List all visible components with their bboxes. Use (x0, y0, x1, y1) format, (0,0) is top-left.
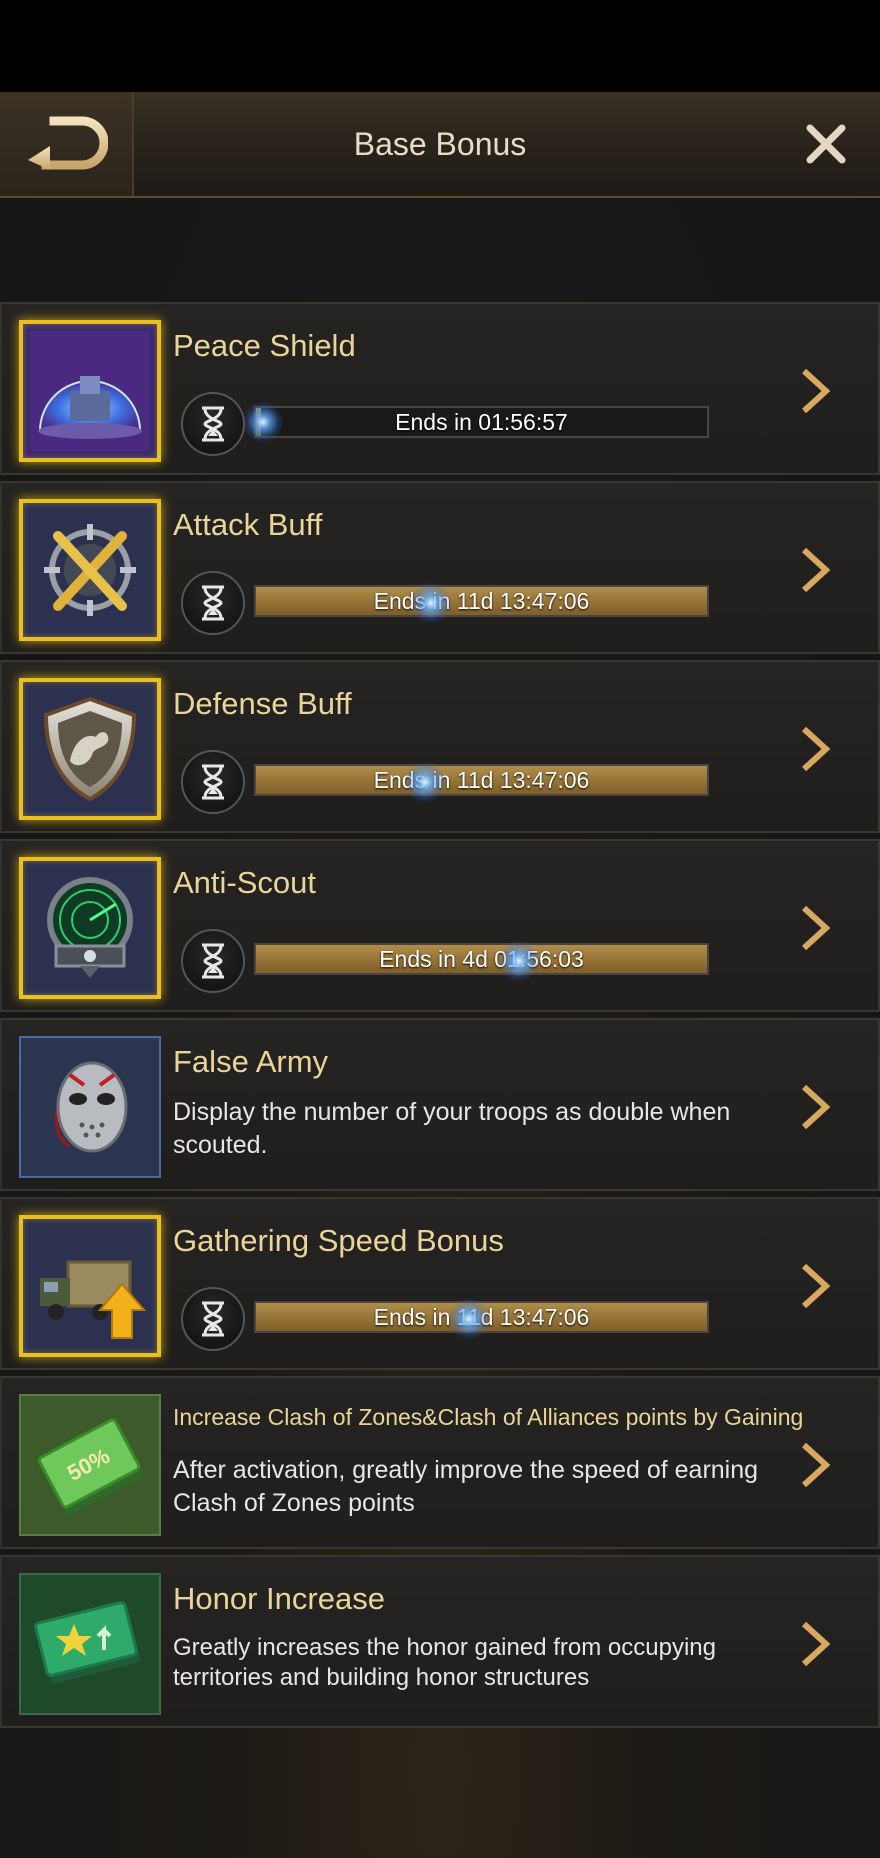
bonus-title: Peace Shield (173, 328, 356, 363)
peace-shield-icon (19, 320, 161, 462)
bonus-row-false-army[interactable]: False Army Display the number of your tr… (0, 1018, 880, 1191)
page-title: Base Bonus (353, 125, 527, 162)
bonus-title: Increase Clash of Zones&Clash of Allianc… (173, 1404, 804, 1430)
bonus-title: Gathering Speed Bonus (173, 1223, 504, 1258)
timer: Ends in 01:56:57 (181, 392, 711, 456)
timer: Ends in 11d 13:47:06 (181, 750, 711, 814)
chevron-right-icon (801, 1621, 830, 1667)
attack-buff-icon (19, 499, 161, 641)
details-arrow-button[interactable] (790, 722, 840, 776)
bonus-description: After activation, greatly improve the sp… (173, 1456, 759, 1517)
chevron-right-icon (801, 1442, 830, 1488)
bonus-title: Defense Buff (173, 686, 352, 721)
timer-text: Ends in 11d 13:47:06 (373, 587, 590, 614)
bonus-description: Greatly increases the honor gained from … (173, 1634, 716, 1691)
progress-bar: Ends in 11d 13:47:06 (254, 764, 709, 796)
anti-scout-icon (19, 857, 161, 999)
hourglass-icon (202, 406, 224, 442)
chevron-right-icon (801, 1263, 830, 1309)
back-arrow-icon (28, 116, 108, 170)
chevron-right-icon (801, 1084, 830, 1130)
bonus-row-attack-buff[interactable]: Attack Buff Ends in 11d 13:47:06 (0, 481, 880, 654)
chevron-right-icon (801, 547, 830, 593)
bonus-description: Display the number of your troops as dou… (173, 1098, 731, 1159)
details-arrow-button[interactable] (790, 1080, 840, 1134)
hourglass-icon (202, 764, 224, 800)
timer-text: Ends in 4d 01:56:03 (379, 945, 584, 972)
bonus-row-anti-scout[interactable]: Anti-Scout Ends in 4d 01:56:03 (0, 839, 880, 1012)
false-army-mask-icon (19, 1036, 161, 1178)
chevron-right-icon (801, 368, 830, 414)
close-button[interactable] (796, 114, 856, 174)
hourglass-icon (202, 585, 224, 621)
details-arrow-button[interactable] (790, 1617, 840, 1671)
speedup-button[interactable] (181, 1287, 245, 1351)
bonus-row-gathering-speed[interactable]: Gathering Speed Bonus Ends in 11d 13:47:… (0, 1197, 880, 1370)
clash-points-ticket-icon: 50% (19, 1394, 161, 1536)
bonus-title: Honor Increase (173, 1581, 385, 1616)
details-arrow-button[interactable] (790, 364, 840, 418)
progress-bar: Ends in 11d 13:47:06 (254, 1301, 709, 1333)
progress-bar: Ends in 11d 13:47:06 (254, 585, 709, 617)
speedup-button[interactable] (181, 392, 245, 456)
timer: Ends in 4d 01:56:03 (181, 929, 711, 993)
bonus-title: Anti-Scout (173, 865, 317, 900)
close-icon (806, 124, 846, 164)
details-arrow-button[interactable] (790, 901, 840, 955)
timer: Ends in 11d 13:47:06 (181, 1287, 711, 1351)
status-bar (0, 0, 880, 92)
bonus-title: False Army (173, 1044, 329, 1079)
details-arrow-button[interactable] (790, 543, 840, 597)
hourglass-icon (202, 1301, 224, 1337)
chevron-right-icon (801, 726, 830, 772)
timer: Ends in 11d 13:47:06 (181, 571, 711, 635)
timer-text: Ends in 01:56:57 (395, 408, 568, 435)
bonus-title: Attack Buff (173, 507, 323, 542)
details-arrow-button[interactable] (790, 1438, 840, 1492)
back-button[interactable] (0, 92, 134, 196)
bonus-row-honor-increase[interactable]: Honor Increase Greatly increases the hon… (0, 1555, 880, 1728)
bonus-row-defense-buff[interactable]: Defense Buff Ends in 11d 13:47:06 (0, 660, 880, 833)
honor-ticket-icon (19, 1573, 161, 1715)
gathering-truck-icon (19, 1215, 161, 1357)
hourglass-icon (202, 943, 224, 979)
timer-text: Ends in 11d 13:47:06 (373, 766, 590, 793)
progress-bar: Ends in 01:56:57 (254, 406, 709, 438)
details-arrow-button[interactable] (790, 1259, 840, 1313)
speedup-button[interactable] (181, 929, 245, 993)
base-bonus-screen: Base Bonus Peace Shield Ends in 01:56:57… (0, 92, 880, 1858)
chevron-right-icon (801, 905, 830, 951)
timer-text: Ends in 11d 13:47:06 (373, 1303, 590, 1330)
header: Base Bonus (0, 92, 880, 198)
bonus-row-clash-points[interactable]: 50% Increase Clash of Zones&Clash of All… (0, 1376, 880, 1549)
speedup-button[interactable] (181, 750, 245, 814)
speedup-button[interactable] (181, 571, 245, 635)
progress-bar: Ends in 4d 01:56:03 (254, 943, 709, 975)
defense-buff-icon (19, 678, 161, 820)
bonus-row-peace-shield[interactable]: Peace Shield Ends in 01:56:57 (0, 302, 880, 475)
